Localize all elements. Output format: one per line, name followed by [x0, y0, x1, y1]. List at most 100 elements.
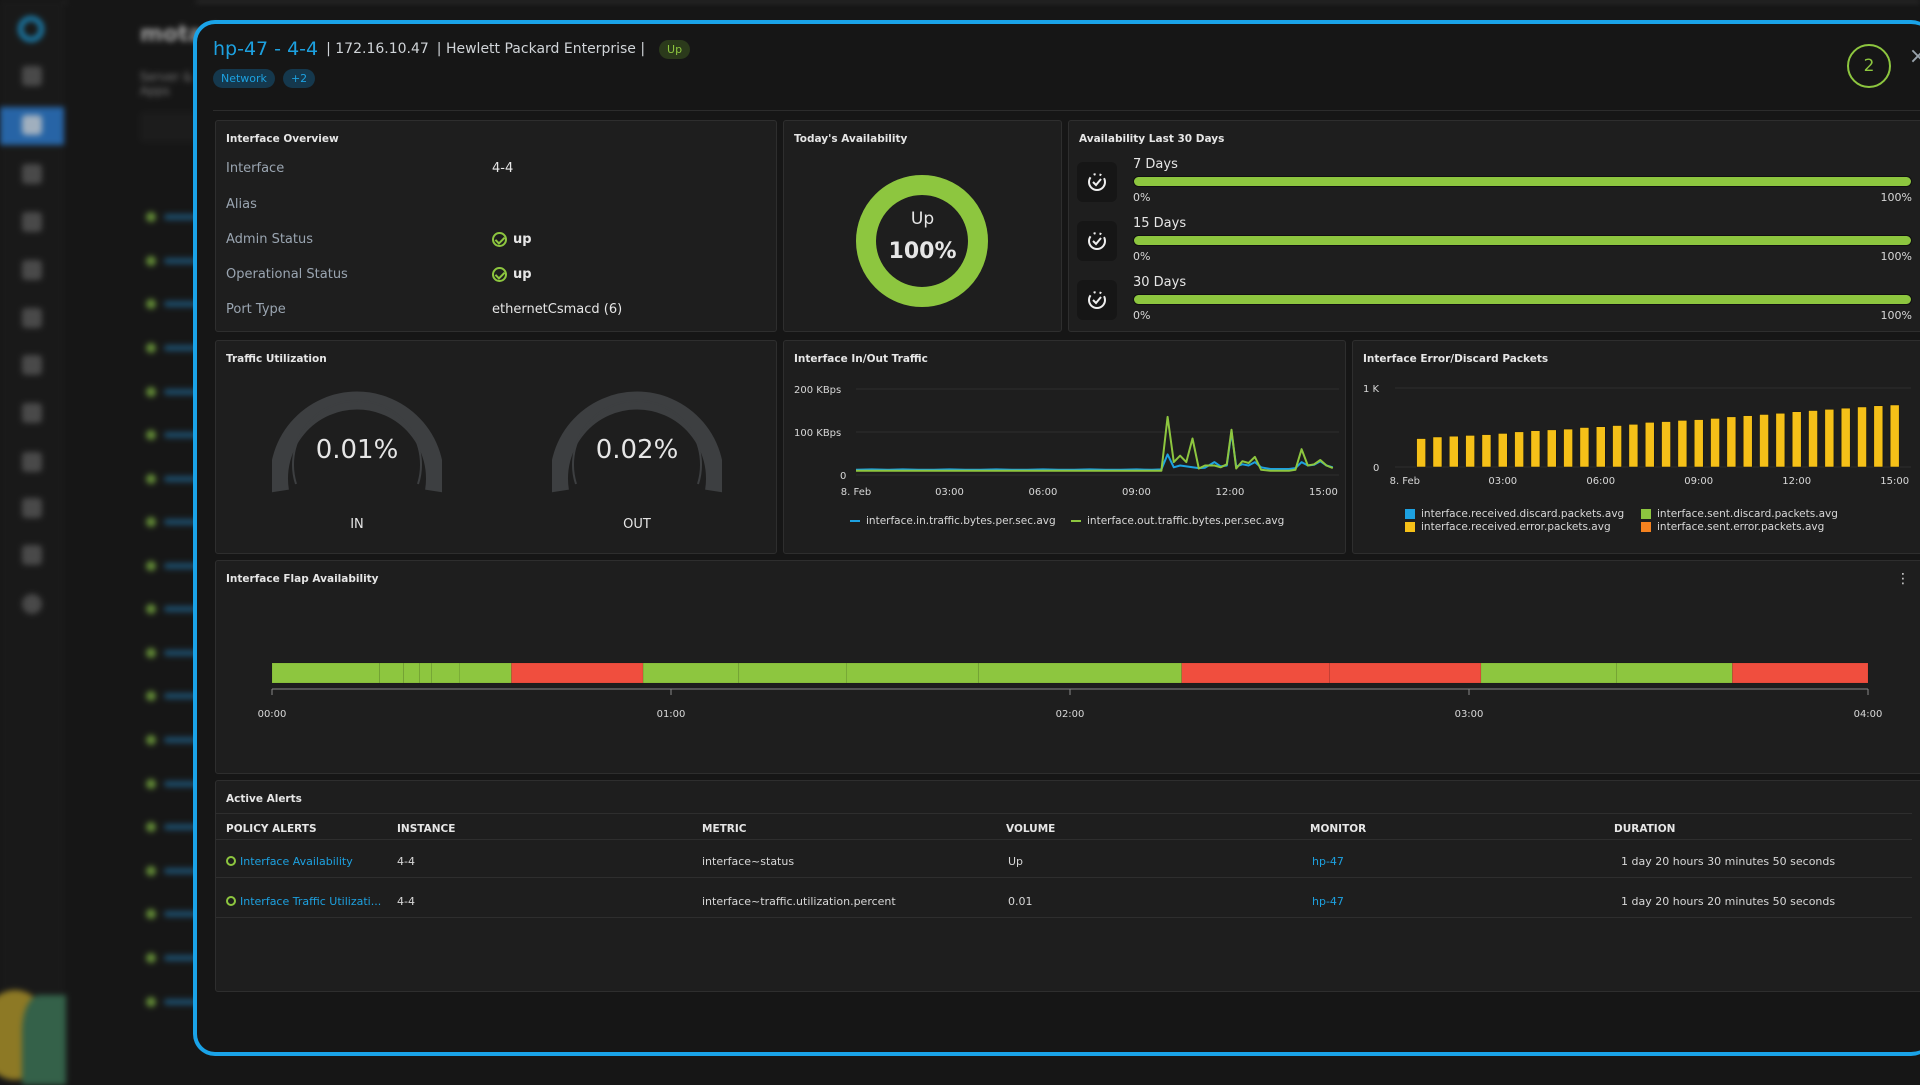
availability-period-label: 7 Days: [1133, 157, 1178, 172]
alert-count-badge[interactable]: 2: [1847, 44, 1891, 88]
row-divider: [216, 917, 1912, 918]
users-icon[interactable]: [22, 403, 42, 423]
availability-max-label: 100%: [1881, 250, 1912, 263]
bar: [1694, 420, 1703, 467]
duration-cell: 1 day 20 hours 20 minutes 50 seconds: [1621, 895, 1835, 908]
report-icon[interactable]: [22, 498, 42, 518]
tag-network[interactable]: Network: [213, 69, 275, 88]
bar: [1809, 411, 1818, 467]
modal-title: hp-47 - 4-4: [213, 38, 318, 60]
legend-item-received-discard[interactable]: interface.received.discard.packets.avg: [1405, 508, 1624, 520]
bar: [1417, 439, 1426, 467]
column-header-metric[interactable]: METRIC: [702, 823, 746, 835]
legend-swatch: [1071, 520, 1081, 522]
close-icon[interactable]: ×: [1903, 42, 1920, 72]
value-text: 4-4: [492, 161, 513, 176]
value-text: up: [513, 267, 532, 282]
timeline-segment-up: [847, 663, 979, 683]
pie-decoration: [22, 995, 66, 1085]
x-tick-label: 09:00: [1684, 476, 1713, 487]
legend-swatch: [1405, 522, 1415, 532]
availability-min-label: 0%: [1133, 309, 1150, 322]
panel-title: Interface Overview: [226, 133, 339, 145]
x-tick-label: 09:00: [1122, 487, 1151, 498]
timeline-segment-up: [978, 663, 1181, 683]
bar: [1678, 420, 1687, 467]
monitor-link[interactable]: hp-47: [1312, 855, 1344, 868]
nav-rail: [0, 0, 64, 1080]
overview-value-interface: 4-4: [492, 161, 513, 176]
timeline-segment-down: [1182, 663, 1330, 683]
check-circle-icon: [492, 232, 507, 247]
dashboard-icon[interactable]: [22, 66, 42, 86]
duration-cell: 1 day 20 hours 30 minutes 50 seconds: [1621, 855, 1835, 868]
legend-item-sent-discard[interactable]: interface.sent.discard.packets.avg: [1641, 508, 1838, 520]
timeline-segment-up: [432, 663, 460, 683]
volume-cell: Up: [1008, 855, 1023, 868]
bar: [1776, 413, 1785, 467]
timeline-segment-up: [272, 663, 380, 683]
timeline-segment-up: [420, 663, 432, 683]
bar: [1482, 435, 1491, 467]
overview-label-port-type: Port Type: [226, 302, 286, 317]
timeline-tick-label: 02:00: [1056, 709, 1085, 720]
legend-item-sent-error[interactable]: interface.sent.error.packets.avg: [1641, 521, 1824, 533]
bar: [1629, 424, 1638, 467]
y-tick-label: 0: [1373, 463, 1379, 474]
availability-period-label: 15 Days: [1133, 216, 1186, 231]
tab-server-apps[interactable]: Server & Apps: [140, 70, 196, 98]
bar: [1613, 426, 1622, 467]
bar: [1498, 433, 1507, 467]
column-header-volume[interactable]: VOLUME: [1006, 823, 1055, 835]
gauge-in-value: 0.01%: [272, 435, 442, 465]
tag-more[interactable]: +2: [283, 69, 315, 88]
legend-item-in[interactable]: interface.in.traffic.bytes.per.sec.avg: [850, 515, 1056, 527]
timeline-segment-up: [643, 663, 739, 683]
settings-icon[interactable]: [22, 594, 42, 614]
cloud-icon[interactable]: [22, 452, 42, 472]
error-discard-panel: Interface Error/Discard Packets 01 K8. F…: [1352, 340, 1920, 554]
column-header-instance[interactable]: INSTANCE: [397, 823, 455, 835]
column-header-monitor[interactable]: MONITOR: [1310, 823, 1366, 835]
alert-icon[interactable]: [22, 308, 42, 328]
value-text: ethernetCsmacd (6): [492, 302, 622, 317]
metric-cell: interface~status: [702, 855, 794, 868]
gauge-out-label: OUT: [552, 517, 722, 532]
overview-label-interface: Interface: [226, 161, 284, 176]
timeline-segment-up: [1481, 663, 1617, 683]
policy-link[interactable]: Interface Availability: [226, 855, 353, 868]
file-icon[interactable]: [22, 212, 42, 232]
todays-availability-panel: Today's Availability Up 100%: [783, 120, 1062, 332]
in-out-traffic-panel: Interface In/Out Traffic 0100 KBps200 KB…: [783, 340, 1346, 554]
timeline-tick-label: 03:00: [1455, 709, 1484, 720]
column-header-duration[interactable]: DURATION: [1614, 823, 1675, 835]
shield-icon[interactable]: [22, 115, 42, 135]
tag-list: Network +2: [213, 69, 315, 88]
legend-item-received-error[interactable]: interface.received.error.packets.avg: [1405, 521, 1611, 533]
legend-label: interface.received.discard.packets.avg: [1421, 508, 1624, 520]
availability-progress-bar: [1133, 176, 1912, 187]
topology-icon[interactable]: [22, 260, 42, 280]
interface-detail-modal: hp-47 - 4-4 | 172.16.10.47 | Hewlett Pac…: [193, 20, 1920, 1056]
policy-link[interactable]: Interface Traffic Utilizati...: [226, 895, 381, 908]
check-circle-icon: [492, 267, 507, 282]
document-icon[interactable]: [22, 545, 42, 565]
chart-icon[interactable]: [22, 164, 42, 184]
donut-percent: 100%: [784, 239, 1061, 264]
instance-cell: 4-4: [397, 855, 415, 868]
availability-period-label: 30 Days: [1133, 275, 1186, 290]
header-divider: [213, 110, 1920, 111]
column-header-policy[interactable]: POLICY ALERTS: [226, 823, 317, 835]
availability-max-label: 100%: [1881, 191, 1912, 204]
monitor-link[interactable]: hp-47: [1312, 895, 1344, 908]
availability-min-label: 0%: [1133, 191, 1150, 204]
network-icon[interactable]: [22, 355, 42, 375]
timeline-segment-down: [511, 663, 643, 683]
gauge-out-value: 0.02%: [552, 435, 722, 465]
status-ring-icon: [226, 856, 236, 866]
flap-availability-panel: Interface Flap Availability ⋮ 00:0001:00…: [215, 560, 1920, 774]
legend-item-out[interactable]: interface.out.traffic.bytes.per.sec.avg: [1071, 515, 1284, 527]
timeline-tick-label: 04:00: [1854, 709, 1883, 720]
legend-swatch: [1641, 509, 1651, 519]
x-tick-label: 15:00: [1880, 476, 1909, 487]
